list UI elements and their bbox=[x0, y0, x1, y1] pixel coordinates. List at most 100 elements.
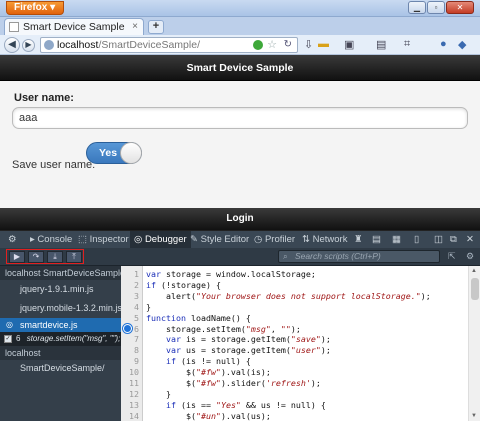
code-text: $("#fw").val(is); bbox=[146, 367, 271, 378]
close-tab-icon[interactable]: × bbox=[132, 21, 138, 32]
code-text: storage.setItem("msg", ""); bbox=[146, 323, 301, 334]
code-text: } bbox=[146, 301, 151, 312]
scroll-down-icon[interactable]: ▼ bbox=[471, 413, 478, 419]
crop-icon[interactable]: ⌗ bbox=[404, 38, 410, 51]
code-text: $("#un").val(us); bbox=[146, 410, 271, 421]
page-favicon-icon bbox=[9, 22, 19, 32]
source-file-jquery-mobile[interactable]: jquery.mobile-1.3.2.min.js bbox=[0, 301, 121, 315]
step-in-icon[interactable]: ⤓ bbox=[47, 251, 63, 263]
login-button[interactable]: Login bbox=[0, 208, 480, 230]
tab-style-editor[interactable]: ✎ Style Editor bbox=[190, 234, 249, 245]
line-number[interactable]: 3 bbox=[121, 291, 139, 302]
search-engine-icon[interactable]: ⇩ bbox=[304, 38, 313, 51]
tab-inspector[interactable]: ⬚ Inspector bbox=[78, 234, 129, 245]
bookmarks-icon[interactable]: ▬ bbox=[318, 38, 329, 50]
tab-network-label: Network bbox=[312, 234, 348, 245]
source-file-smartdevice[interactable]: ◎ smartdevice.js bbox=[0, 318, 121, 332]
line-number[interactable]: 5 bbox=[121, 313, 139, 324]
new-tab-button[interactable]: + bbox=[148, 20, 164, 34]
step-out-icon[interactable]: ⤒ bbox=[66, 251, 82, 263]
line-number[interactable]: 8 bbox=[121, 345, 139, 356]
source-group-header: localhost bbox=[0, 346, 121, 360]
line-number[interactable]: 2 bbox=[121, 280, 139, 291]
source-file-root[interactable]: SmartDeviceSample/ bbox=[0, 361, 121, 375]
go-icon[interactable] bbox=[253, 40, 263, 50]
url-bar[interactable]: localhost/SmartDeviceSample/ ☆ ↻ bbox=[40, 37, 298, 53]
tab-console-label: Console bbox=[37, 234, 73, 245]
line-number[interactable]: 6 bbox=[121, 324, 139, 335]
breakpoint-checkbox[interactable]: ✓ bbox=[4, 335, 12, 343]
reload-icon[interactable]: ↻ bbox=[284, 38, 292, 52]
save-username-toggle[interactable]: Yes bbox=[86, 142, 142, 164]
debugger-options-icon[interactable]: ⚙ bbox=[466, 251, 474, 262]
firefox-menu-button[interactable]: Firefox ▾ bbox=[6, 1, 64, 15]
bookmark-star-icon[interactable]: ☆ bbox=[267, 38, 277, 52]
forward-icon[interactable]: ▶ bbox=[22, 39, 35, 52]
scratchpad-icon[interactable]: ▤ bbox=[372, 234, 381, 245]
line-number[interactable]: 12 bbox=[121, 389, 139, 400]
paint-flashing-icon[interactable]: ♜ bbox=[354, 234, 363, 245]
close-window-icon[interactable]: ✕ bbox=[446, 1, 474, 14]
dock-icon[interactable]: ◫ bbox=[434, 234, 443, 245]
line-number[interactable]: 13 bbox=[121, 400, 139, 411]
code-text: var storage = window.localStorage; bbox=[146, 269, 316, 279]
detach-icon[interactable]: ⧉ bbox=[450, 234, 457, 245]
search-scripts-input[interactable]: ⌕ Search scripts (Ctrl+P) bbox=[278, 250, 440, 263]
line-number[interactable]: 10 bbox=[121, 367, 139, 378]
dropdown-arrow-icon: ▾ bbox=[47, 2, 56, 13]
tab-console[interactable]: ▸ Console bbox=[30, 234, 72, 245]
tab-debugger[interactable]: ◎ Debugger bbox=[130, 231, 191, 249]
code-text: var is = storage.getItem("save"); bbox=[165, 334, 331, 345]
chat-icon[interactable]: ● bbox=[440, 38, 447, 50]
tab-inspector-label: Inspector bbox=[89, 234, 129, 245]
tab-profiler[interactable]: ◷ Profiler bbox=[254, 234, 295, 245]
search-scripts-placeholder: Search scripts (Ctrl+P) bbox=[295, 251, 381, 261]
scrollbar-thumb[interactable] bbox=[471, 278, 479, 300]
username-input[interactable] bbox=[12, 107, 468, 129]
page-content: Smart Device Sample User name: Save user… bbox=[0, 55, 480, 230]
toggle-knob[interactable] bbox=[120, 142, 142, 164]
browser-tab[interactable]: Smart Device Sample × bbox=[4, 18, 144, 35]
scroll-up-icon[interactable]: ▲ bbox=[471, 268, 478, 274]
code-editor[interactable]: 1 var storage = window.localStorage; 2 if (… bbox=[121, 266, 480, 421]
maximize-icon[interactable]: ▫ bbox=[427, 1, 445, 14]
save-username-label: Save user name: bbox=[12, 159, 96, 171]
grid-icon[interactable]: ▦ bbox=[392, 234, 401, 245]
breakpoint-line: 6 bbox=[16, 334, 21, 343]
responsive-icon[interactable]: ▤ bbox=[376, 38, 386, 51]
expand-panes-icon[interactable]: ⇱ bbox=[448, 251, 456, 262]
minimize-icon[interactable]: ▁ bbox=[408, 1, 426, 14]
page-title: Smart Device Sample bbox=[0, 55, 480, 81]
line-number[interactable]: 9 bbox=[121, 356, 139, 367]
sidebar-icon[interactable]: ▣ bbox=[344, 38, 354, 51]
code-text: if (is != null) { bbox=[165, 356, 251, 367]
close-devtools-icon[interactable]: ✕ bbox=[466, 234, 474, 245]
resume-icon[interactable]: ▶ bbox=[9, 251, 25, 263]
code-text: if (!storage) { bbox=[146, 279, 221, 290]
tab-profiler-label: Profiler bbox=[264, 234, 296, 245]
tab-style-editor-label: Style Editor bbox=[200, 234, 250, 245]
share-icon[interactable]: ◆ bbox=[458, 38, 466, 51]
step-over-icon[interactable]: ↷ bbox=[28, 251, 44, 263]
window-controls: ▁ ▫ ✕ bbox=[408, 1, 474, 14]
debugger-toolbar: ▶ ↷ ⤓ ⤒ ⌕ Search scripts (Ctrl+P) ⇱ ⚙ bbox=[0, 248, 480, 266]
sources-pane: localhost SmartDeviceSample jquery-1.9.1… bbox=[0, 266, 121, 421]
editor-scrollbar[interactable]: ▲ ▼ bbox=[468, 266, 480, 421]
search-icon: ⌕ bbox=[283, 251, 288, 261]
blackbox-eye-icon[interactable]: ◎ bbox=[6, 318, 13, 332]
line-number[interactable]: 1 bbox=[121, 269, 139, 280]
line-number[interactable]: 4 bbox=[121, 302, 139, 313]
code-text: function loadName() { bbox=[146, 312, 251, 323]
line-number[interactable]: 14 bbox=[121, 411, 139, 421]
source-file-jquery[interactable]: jquery-1.9.1.min.js bbox=[0, 282, 121, 296]
line-number[interactable]: 7 bbox=[121, 334, 139, 345]
devtools-options-icon[interactable]: ⚙ bbox=[8, 234, 17, 245]
back-icon[interactable]: ◀ bbox=[4, 37, 20, 53]
code-text: $("#fw").slider('refresh'); bbox=[146, 378, 321, 388]
line-number[interactable]: 11 bbox=[121, 378, 139, 389]
console-split-icon[interactable]: ▯ bbox=[414, 234, 419, 245]
breakpoint-item[interactable]: ✓ 6 storage.setItem("msg", ""); bbox=[0, 332, 121, 346]
code-text: } bbox=[146, 388, 171, 399]
code-text: alert("Your browser does not support loc… bbox=[146, 290, 431, 301]
tab-network[interactable]: ⇅ Network bbox=[302, 234, 347, 245]
